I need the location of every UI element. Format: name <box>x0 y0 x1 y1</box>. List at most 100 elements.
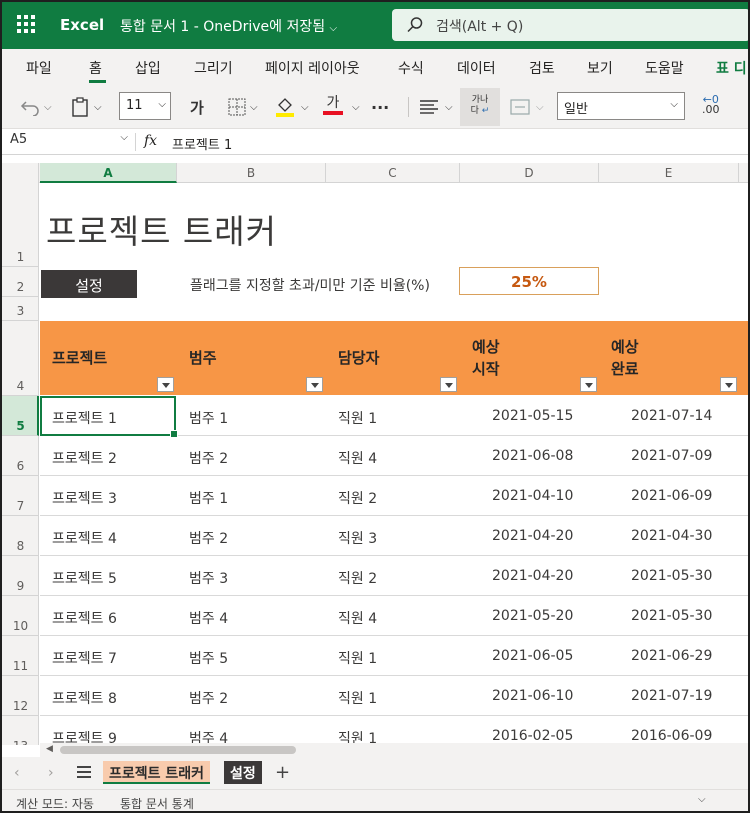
select-all-corner[interactable] <box>2 163 39 183</box>
cell-project[interactable]: 프로젝트 8 <box>52 688 117 708</box>
cell-category[interactable]: 범주 3 <box>189 568 228 588</box>
undo-button[interactable]: ⌵ <box>20 95 52 119</box>
cell-project[interactable]: 프로젝트 7 <box>52 648 117 668</box>
cell-est-end[interactable]: 2021-07-19 <box>631 688 712 704</box>
row-header[interactable]: 7 <box>2 476 39 516</box>
row-header[interactable]: 10 <box>2 596 39 636</box>
bold-button[interactable]: 가 <box>190 95 204 119</box>
more-options-button[interactable]: ··· <box>371 95 389 119</box>
table-header-owner[interactable]: 담당자 <box>326 321 460 395</box>
cell-est-end[interactable]: 2021-06-29 <box>631 648 712 664</box>
filter-dropdown-icon[interactable] <box>720 377 737 392</box>
cell-est-start[interactable]: 2021-06-05 <box>492 648 573 664</box>
cell-owner[interactable]: 직원 3 <box>338 528 377 548</box>
cell-est-start[interactable]: 2021-04-20 <box>492 528 573 544</box>
cell-est-end[interactable]: 2021-04-30 <box>631 528 712 544</box>
settings-button[interactable]: 설정 <box>41 270 137 298</box>
cell-owner[interactable]: 직원 4 <box>338 608 377 628</box>
cell-owner[interactable]: 직원 2 <box>338 488 377 508</box>
cell-est-end[interactable]: 2021-06-09 <box>631 488 712 504</box>
cell-est-start[interactable]: 2016-02-05 <box>492 728 573 744</box>
cell-est-start[interactable]: 2021-04-20 <box>492 568 573 584</box>
insert-function-icon[interactable]: fx <box>144 133 157 149</box>
tab-page-layout[interactable]: 페이지 레이아웃 <box>265 58 360 78</box>
app-name[interactable]: Excel <box>60 16 104 34</box>
tab-insert[interactable]: 삽입 <box>135 58 161 78</box>
cell-project[interactable]: 프로젝트 4 <box>52 528 117 548</box>
row-header[interactable]: 5 <box>2 396 39 436</box>
row-header[interactable]: 8 <box>2 516 39 556</box>
borders-button[interactable]: ⌵ <box>228 95 258 119</box>
app-launcher-icon[interactable] <box>17 15 37 35</box>
cell-project[interactable]: 프로젝트 2 <box>52 448 117 468</box>
cell-project[interactable]: 프로젝트 6 <box>52 608 117 628</box>
calc-mode-status[interactable]: 계산 모드: 자동 <box>16 795 94 811</box>
wrap-text-button[interactable]: 가나 다 ↵ <box>460 88 500 126</box>
search-box[interactable]: 검색(Alt + Q) <box>392 9 748 41</box>
row-header[interactable]: 12 <box>2 676 39 716</box>
sheet-title[interactable]: 프로젝트 트래커 <box>46 205 277 253</box>
name-box[interactable]: A5 ⌵ <box>6 132 132 152</box>
cell-est-end[interactable]: 2021-07-09 <box>631 448 712 464</box>
cell-est-start[interactable]: 2021-05-15 <box>492 408 573 424</box>
cell-category[interactable]: 범주 1 <box>189 408 228 428</box>
flag-threshold-label[interactable]: 플래그를 지정할 초과/미만 기준 비율(%) <box>190 275 430 295</box>
filter-dropdown-icon[interactable] <box>580 377 597 392</box>
horizontal-scrollbar[interactable]: ◀ <box>40 743 748 757</box>
cell-owner[interactable]: 직원 4 <box>338 448 377 468</box>
document-title[interactable]: 통합 문서 1 - OneDrive에 저장됨 ⌵ <box>120 16 337 36</box>
paste-button[interactable]: ⌵ <box>70 95 102 119</box>
increase-decimal-button[interactable]: ←0 .00 <box>702 94 720 119</box>
row-header[interactable]: 4 <box>2 321 39 396</box>
cell-category[interactable]: 범주 4 <box>189 608 228 628</box>
sheet-tab-settings[interactable]: 설정 <box>224 761 262 784</box>
tab-file[interactable]: 파일 <box>26 58 52 78</box>
table-header-est-start[interactable]: 예상 시작 <box>460 321 599 395</box>
add-sheet-icon[interactable]: + <box>275 762 290 783</box>
cell-project[interactable]: 프로젝트 5 <box>52 568 117 588</box>
cell-est-start[interactable]: 2021-04-10 <box>492 488 573 504</box>
cell-est-end[interactable]: 2016-06-09 <box>631 728 712 744</box>
row-header[interactable]: 1 <box>2 183 39 267</box>
column-header-d[interactable]: D <box>460 163 599 183</box>
next-sheet-icon[interactable]: › <box>48 765 54 781</box>
flag-threshold-value[interactable]: 25% <box>459 267 599 295</box>
table-header-est-end[interactable]: 예상 완료 <box>599 321 748 395</box>
all-sheets-menu-icon[interactable] <box>77 766 91 778</box>
tab-formulas[interactable]: 수식 <box>398 58 424 78</box>
previous-sheet-icon[interactable]: ‹ <box>14 765 20 781</box>
cell-owner[interactable]: 직원 2 <box>338 568 377 588</box>
scroll-left-icon[interactable]: ◀ <box>46 744 53 754</box>
formula-input[interactable]: 프로젝트 1 <box>172 134 232 153</box>
row-header[interactable]: 3 <box>2 297 39 321</box>
tab-draw[interactable]: 그리기 <box>194 58 233 78</box>
tab-review[interactable]: 검토 <box>529 58 555 78</box>
cell-owner[interactable]: 직원 1 <box>338 408 377 428</box>
filter-dropdown-icon[interactable] <box>157 377 174 392</box>
filter-dropdown-icon[interactable] <box>306 377 323 392</box>
tab-data[interactable]: 데이터 <box>457 58 496 78</box>
sheet-tab-project-tracker[interactable]: 프로젝트 트래커 <box>103 761 211 784</box>
row-header[interactable]: 11 <box>2 636 39 676</box>
cell-est-end[interactable]: 2021-05-30 <box>631 568 712 584</box>
table-header-category[interactable]: 범주 <box>177 321 326 395</box>
column-header-c[interactable]: C <box>326 163 460 183</box>
workbook-statistics[interactable]: 통합 문서 통계 <box>120 795 194 811</box>
font-size-select[interactable]: 11 ⌵ <box>119 92 171 120</box>
table-header-project[interactable]: 프로젝트 <box>40 321 177 395</box>
scrollbar-thumb[interactable] <box>60 746 296 754</box>
align-button[interactable]: ⌵ <box>419 95 453 119</box>
row-header[interactable]: 13 <box>2 716 39 745</box>
tab-home[interactable]: 홈 <box>89 58 102 78</box>
fill-color-button[interactable]: ⌵ <box>275 95 309 119</box>
cell-owner[interactable]: 직원 1 <box>338 688 377 708</box>
cell-category[interactable]: 범주 1 <box>189 488 228 508</box>
chevron-down-icon[interactable]: ⌵ <box>352 95 360 119</box>
tab-help[interactable]: 도움말 <box>645 58 684 78</box>
cell-est-end[interactable]: 2021-05-30 <box>631 608 712 624</box>
row-header[interactable]: 2 <box>2 267 39 297</box>
filter-dropdown-icon[interactable] <box>440 377 457 392</box>
column-header-b[interactable]: B <box>177 163 326 183</box>
cell-category[interactable]: 범주 5 <box>189 648 228 668</box>
chevron-down-icon[interactable]: ⌵ <box>698 794 706 805</box>
